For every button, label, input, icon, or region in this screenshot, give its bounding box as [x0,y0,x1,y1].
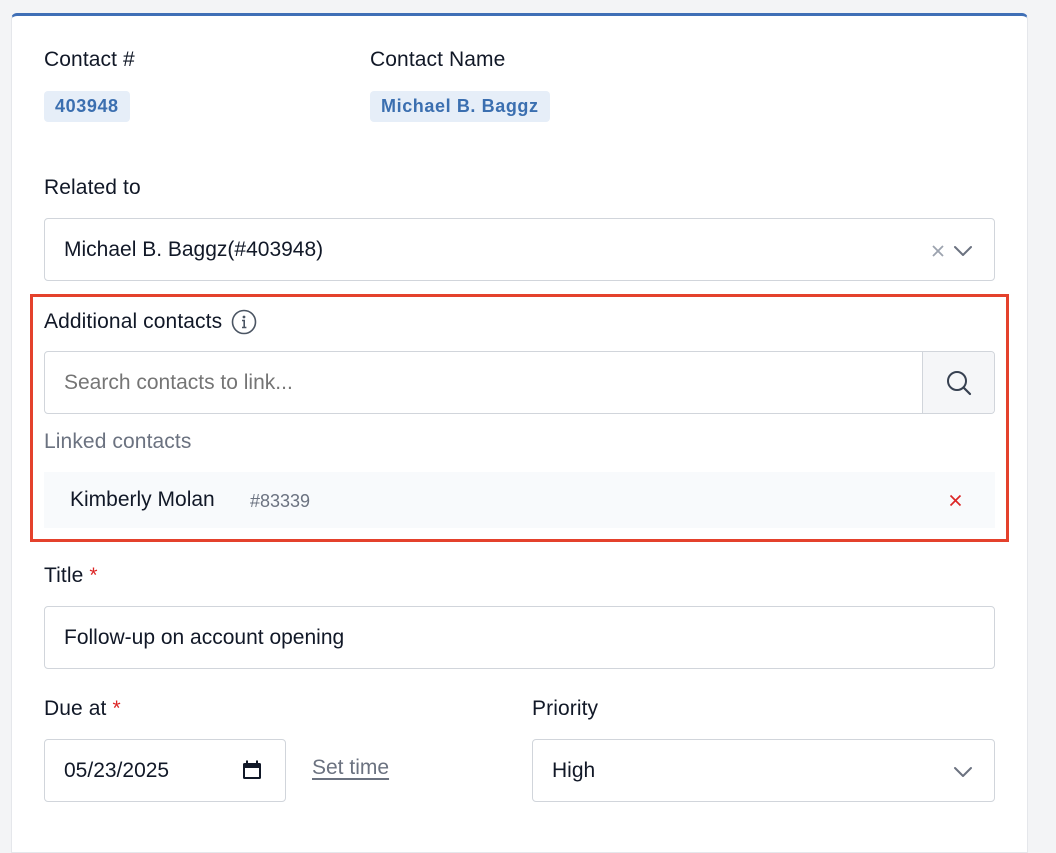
due-date-input[interactable]: 05/23/2025 [44,739,286,802]
additional-contacts-label: Additional contacts [44,310,223,333]
title-value: Follow-up on account opening [64,625,345,649]
contact-number-badge: 403948 [44,91,130,122]
due-at-label: Due at * [44,697,121,721]
chevron-down-icon[interactable] [953,766,973,778]
contact-search-box [44,351,995,414]
set-time-link[interactable]: Set time [312,756,389,780]
contact-search-input[interactable] [45,352,915,413]
remove-contact-icon[interactable] [949,494,962,507]
linked-contacts-label: Linked contacts [44,430,192,453]
required-marker: * [112,697,121,720]
linked-contact-row: Kimberly Molan #83339 [44,472,995,528]
contact-number-label: Contact # [44,48,135,71]
related-to-select[interactable]: Michael B. Baggz(#403948) [44,218,995,281]
calendar-icon[interactable] [242,760,262,780]
related-to-label: Related to [44,176,141,199]
linked-contact-id: #83339 [250,491,311,511]
contact-name-label: Contact Name [370,48,506,71]
required-marker: * [89,564,98,587]
title-input[interactable]: Follow-up on account opening [44,606,995,669]
chevron-down-icon[interactable] [953,245,973,257]
additional-contacts-heading: Additional contacts [44,309,257,335]
due-date-value: 05/23/2025 [64,758,170,782]
contact-name-badge: Michael B. Baggz [370,91,550,122]
priority-label: Priority [532,697,599,720]
linked-contact-name: Kimberly Molan [70,488,215,511]
clear-icon[interactable] [931,244,945,258]
search-icon [946,370,971,395]
priority-select[interactable]: High [532,739,995,802]
priority-value: High [552,758,596,782]
title-label: Title * [44,564,98,588]
related-to-value: Michael B. Baggz(#403948) [64,237,324,261]
title-label-text: Title [44,564,84,587]
due-at-label-text: Due at [44,697,107,720]
info-icon[interactable] [231,309,257,335]
search-button[interactable] [922,352,994,413]
